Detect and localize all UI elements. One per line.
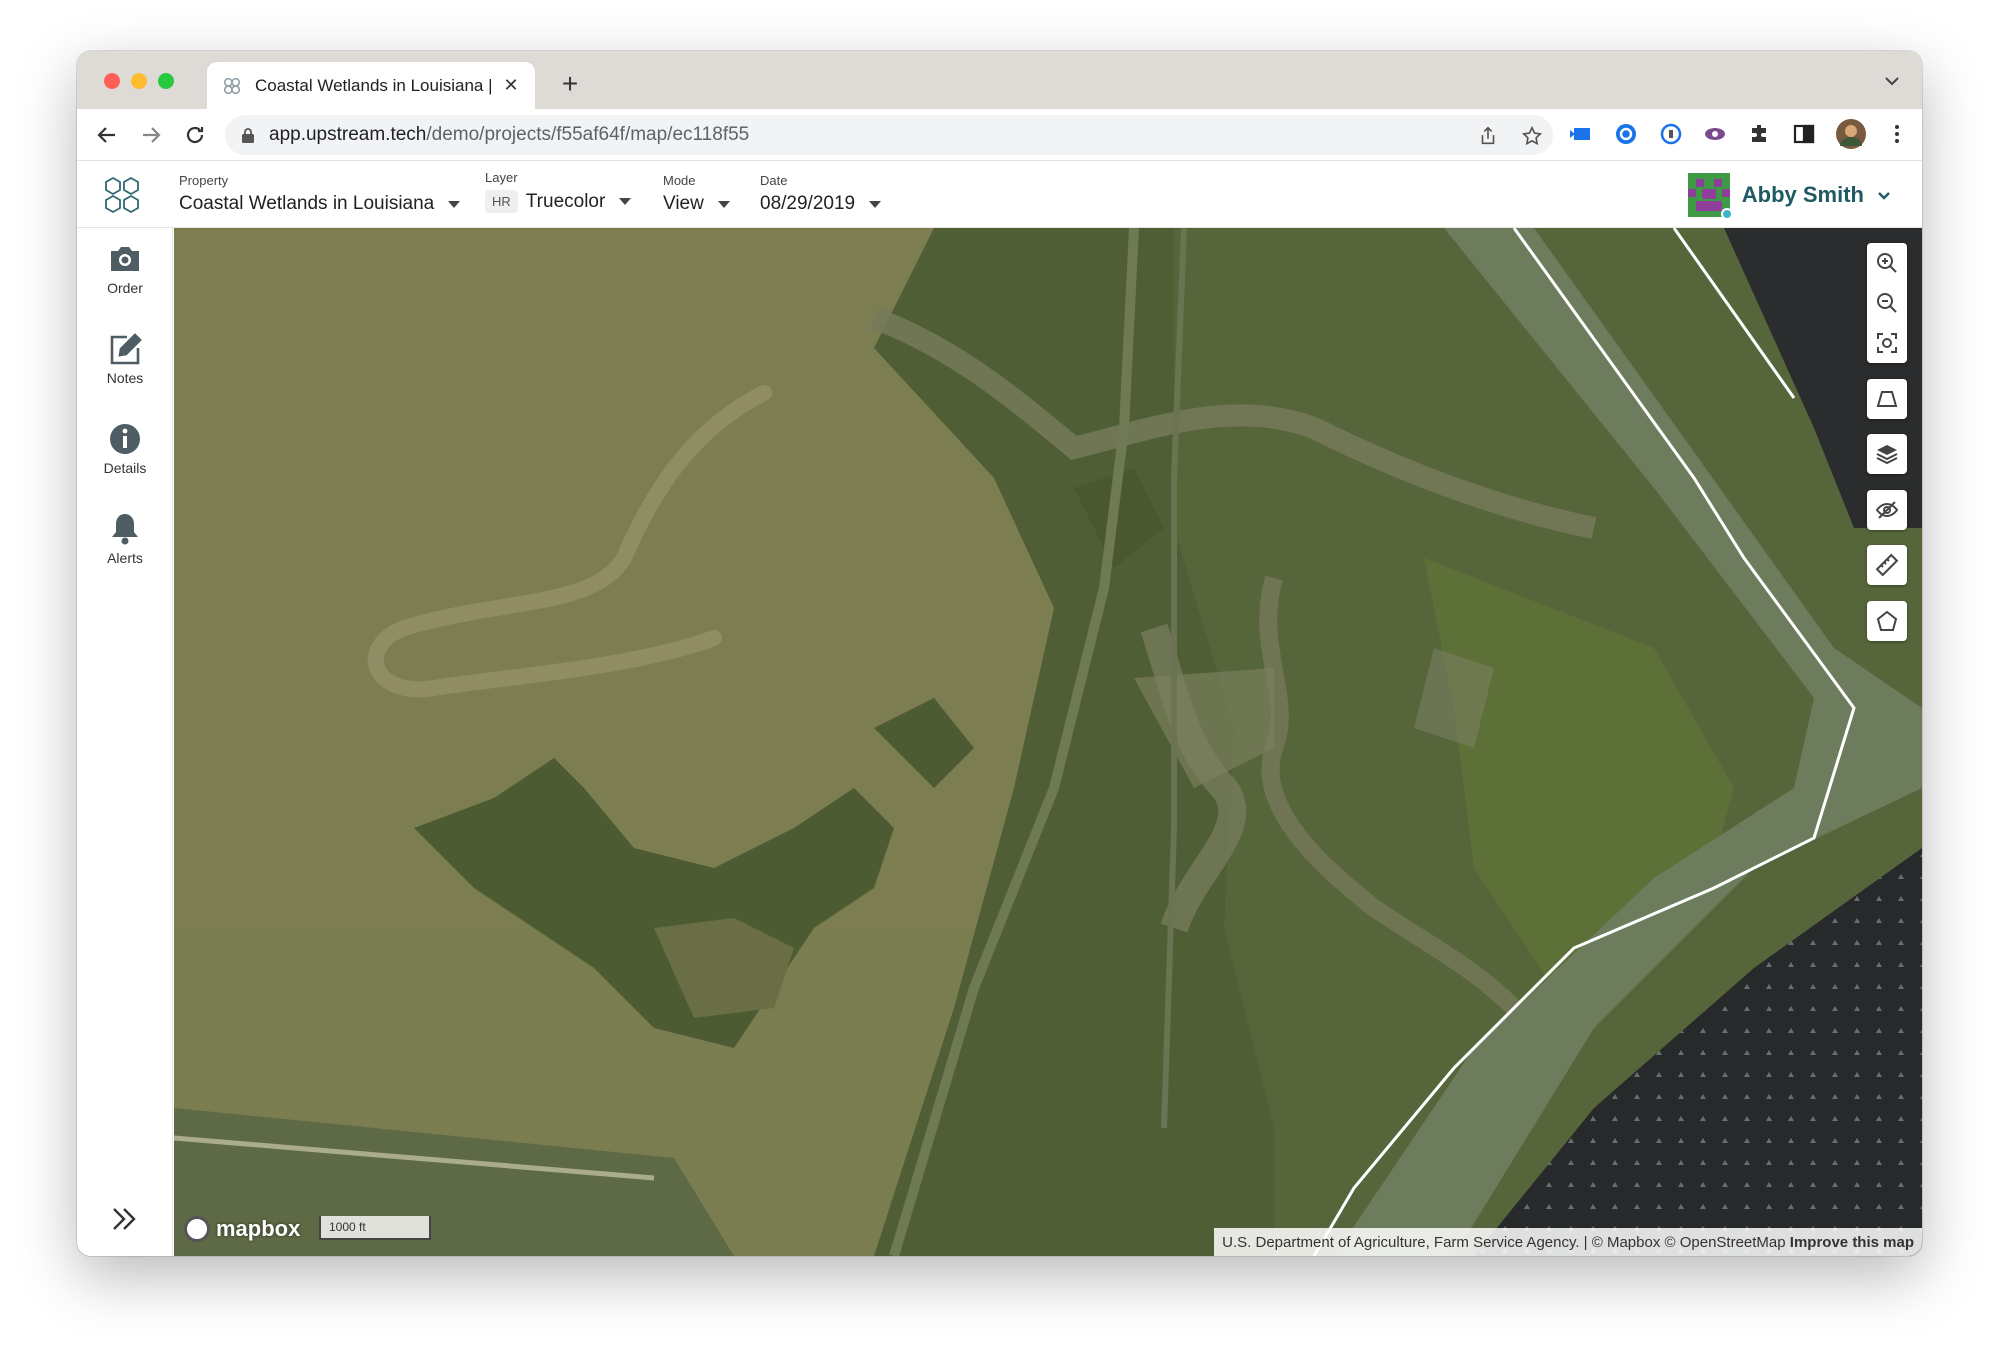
upstream-logo-icon[interactable] — [101, 175, 143, 215]
extension-shield-icon[interactable] — [1659, 122, 1683, 146]
property-label: Property — [179, 173, 229, 188]
extensions-puzzle-icon[interactable] — [1748, 122, 1772, 146]
chevron-down-icon — [1878, 192, 1890, 200]
caret-down-icon — [619, 198, 632, 205]
bell-icon — [112, 514, 138, 545]
close-window-button[interactable] — [104, 73, 120, 89]
tab-strip: Coastal Wetlands in Louisiana | ✕ + — [77, 51, 1922, 109]
improve-map-link[interactable]: Improve this map — [1790, 1234, 1914, 1251]
profile-avatar-icon[interactable] — [1836, 119, 1866, 149]
mapbox-logo[interactable]: mapbox — [184, 1216, 300, 1242]
map-scale-bar: 1000 ft — [319, 1216, 431, 1240]
reload-icon[interactable] — [183, 123, 207, 147]
minimize-window-button[interactable] — [131, 73, 147, 89]
visibility-icon — [1875, 501, 1899, 519]
more-menu-icon[interactable] — [1885, 122, 1909, 146]
map-view[interactable]: mapbox 1000 ft U.S. Department of Agricu… — [174, 228, 1922, 1256]
draw-shape-icon — [1876, 391, 1898, 407]
mode-selector[interactable]: Mode View — [663, 173, 730, 215]
zoom-out-icon — [1877, 293, 1897, 313]
mapbox-logo-text: mapbox — [216, 1216, 301, 1241]
favicon-icon — [223, 77, 241, 94]
zoom-out-button[interactable] — [1867, 283, 1907, 323]
user-avatar — [1687, 173, 1733, 220]
attribution-text: U.S. Department of Agriculture, Farm Ser… — [1222, 1234, 1786, 1251]
zoom-in-button[interactable] — [1867, 243, 1907, 283]
fit-bounds-icon — [1877, 333, 1897, 353]
browser-tab[interactable]: Coastal Wetlands in Louisiana | ✕ — [207, 62, 535, 109]
sidebar-item-label: Notes — [106, 370, 144, 386]
date-selector[interactable]: Date 08/29/2019 — [760, 173, 882, 215]
polygon-icon — [1876, 610, 1898, 631]
property-selector[interactable]: Property Coastal Wetlands in Louisiana — [179, 173, 461, 215]
sidebar-item-alerts[interactable]: Alerts — [77, 512, 173, 566]
address-bar[interactable]: app.upstream.tech/demo/projects/f55af64f… — [225, 115, 1553, 155]
property-value: Coastal Wetlands in Louisiana — [179, 193, 435, 214]
sidebar-item-label: Alerts — [107, 550, 143, 566]
draw-polygon-button[interactable] — [1867, 601, 1907, 641]
chevron-down-icon[interactable] — [1882, 71, 1902, 91]
bookmark-star-icon[interactable] — [1521, 125, 1543, 147]
caret-down-icon — [717, 200, 730, 208]
resolution-badge: HR — [485, 190, 518, 213]
caret-down-icon — [448, 200, 461, 208]
sidebar-item-label: Details — [103, 460, 147, 476]
sidebar-item-notes[interactable]: Notes — [77, 332, 173, 386]
url-path: /demo/projects/f55af64f/map/ec118f55 — [426, 124, 750, 145]
extension-c-icon[interactable] — [1614, 122, 1638, 146]
draw-shape-button[interactable] — [1867, 379, 1907, 419]
measure-button[interactable] — [1867, 545, 1907, 585]
date-value: 08/29/2019 — [760, 193, 856, 214]
sidebar-item-order[interactable]: Order — [77, 242, 173, 296]
layers-icon — [1876, 445, 1898, 465]
mode-value: View — [663, 193, 704, 214]
zoom-in-icon — [1877, 253, 1897, 273]
app-header: Property Coastal Wetlands in Louisiana L… — [77, 161, 1922, 228]
back-icon[interactable] — [95, 123, 119, 147]
layer-value: Truecolor — [525, 190, 606, 212]
url-host: app.upstream.tech — [269, 124, 427, 145]
browser-toolbar: app.upstream.tech/demo/projects/f55af64f… — [77, 109, 1922, 161]
edit-icon — [110, 333, 142, 365]
mapbox-logo-icon — [184, 1216, 210, 1242]
layer-selector[interactable]: Layer HR Truecolor — [485, 170, 632, 213]
new-tab-button[interactable]: + — [555, 68, 585, 100]
extension-flag-icon[interactable] — [1569, 122, 1593, 146]
extension-eye-icon[interactable] — [1703, 122, 1727, 146]
lock-icon — [242, 128, 254, 143]
close-tab-icon[interactable]: ✕ — [501, 75, 521, 96]
layers-button[interactable] — [1867, 434, 1907, 474]
sidebar-item-label: Order — [107, 280, 143, 296]
forward-icon[interactable] — [139, 123, 163, 147]
map-attribution: U.S. Department of Agriculture, Farm Ser… — [1214, 1228, 1922, 1256]
user-menu[interactable]: Abby Smith — [1687, 173, 1892, 220]
mode-label: Mode — [663, 173, 696, 188]
caret-down-icon — [869, 200, 882, 208]
camera-icon — [111, 247, 139, 271]
tab-title: Coastal Wetlands in Louisiana | — [255, 75, 491, 95]
share-icon[interactable] — [1477, 125, 1499, 147]
ruler-icon — [1875, 553, 1899, 577]
zoom-control-group — [1867, 243, 1907, 363]
sidebar: Order Notes Details Alerts — [77, 228, 173, 1256]
sidebar-item-details[interactable]: Details — [77, 422, 173, 476]
maximize-window-button[interactable] — [158, 73, 174, 89]
fit-bounds-button[interactable] — [1867, 323, 1907, 363]
browser-window: Coastal Wetlands in Louisiana | ✕ + app.… — [77, 51, 1922, 1256]
online-status-dot — [1720, 208, 1733, 220]
date-label: Date — [760, 173, 788, 188]
side-panel-icon[interactable] — [1792, 122, 1816, 146]
info-icon — [110, 424, 140, 454]
expand-sidebar-icon[interactable] — [108, 1204, 140, 1234]
layer-label: Layer — [485, 170, 518, 185]
visibility-toggle-button[interactable] — [1867, 490, 1907, 530]
user-name: Abby Smith — [1741, 182, 1864, 207]
satellite-imagery — [174, 228, 1922, 1256]
